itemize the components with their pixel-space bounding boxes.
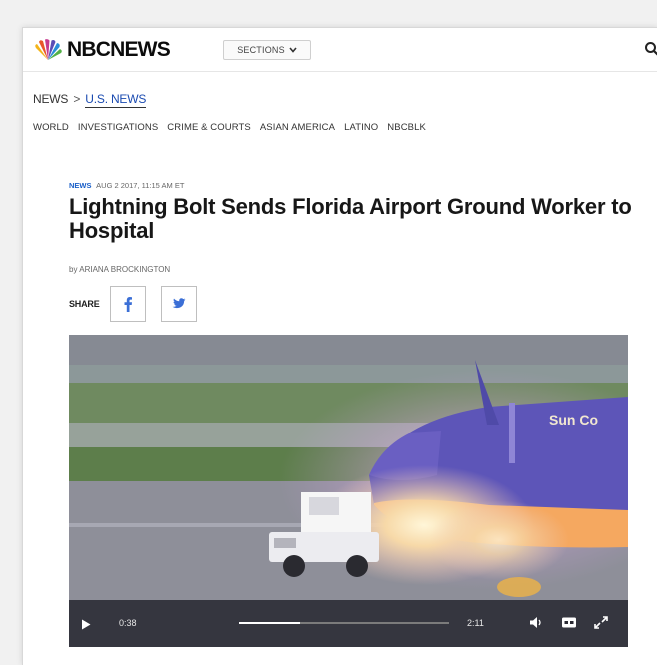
twitter-icon [172, 298, 186, 309]
sections-label: SECTIONS [237, 45, 285, 55]
subnav-item-nbcblk[interactable]: NBCBLK [387, 122, 426, 133]
share-label: SHARE [69, 299, 100, 309]
breadcrumb-separator: > [73, 92, 81, 106]
breadcrumb: NEWS > U.S. NEWS [33, 92, 146, 108]
article-meta: NEWS AUG 2 2017, 11:15 AM ET [69, 181, 184, 190]
aircraft-livery-text: Sun Co [549, 412, 598, 428]
article-byline: by ARIANA BROCKINGTON [69, 265, 171, 274]
article-date: AUG 2 2017, 11:15 AM ET [96, 181, 185, 190]
logo-wordmark: NBCNEWS [67, 38, 171, 61]
breadcrumb-current[interactable]: U.S. NEWS [85, 92, 146, 108]
subnav-item-world[interactable]: WORLD [33, 122, 69, 133]
volume-icon[interactable] [529, 616, 543, 629]
play-icon[interactable] [81, 619, 91, 630]
article-category[interactable]: NEWS [69, 181, 92, 190]
video-player[interactable]: Sun Co 0:38 2:11 [69, 335, 628, 647]
facebook-icon [124, 297, 132, 312]
progress-bar[interactable] [239, 622, 449, 624]
progress-fill [239, 622, 300, 624]
captions-icon[interactable] [561, 616, 577, 629]
current-time: 0:38 [119, 618, 137, 628]
fullscreen-icon[interactable] [594, 616, 608, 629]
subnav-item-asian-america[interactable]: ASIAN AMERICA [260, 122, 335, 133]
sections-dropdown-button[interactable]: SECTIONS [223, 40, 311, 60]
site-header: NBCNEWS SECTIONS [23, 28, 657, 72]
search-icon[interactable] [644, 41, 657, 57]
subnav-item-crime-courts[interactable]: CRIME & COURTS [167, 122, 251, 133]
peacock-icon [35, 39, 62, 60]
share-bar: SHARE [69, 285, 212, 323]
browser-page: NBCNEWS SECTIONS NEWS > U.S. NEWS WORLD … [22, 27, 657, 665]
nbc-news-logo[interactable]: NBCNEWS [33, 37, 171, 63]
breadcrumb-root[interactable]: NEWS [33, 92, 68, 106]
article-headline: Lightning Bolt Sends Florida Airport Gro… [69, 194, 632, 243]
video-controls: 0:38 2:11 [69, 600, 628, 647]
subnav-item-investigations[interactable]: INVESTIGATIONS [78, 122, 158, 133]
share-twitter-button[interactable] [160, 286, 197, 322]
subnav-item-latino[interactable]: LATINO [344, 122, 378, 133]
section-subnav: WORLD INVESTIGATIONS CRIME & COURTS ASIA… [33, 122, 435, 133]
share-facebook-button[interactable] [109, 286, 146, 322]
total-time: 2:11 [467, 618, 484, 628]
chevron-down-icon [289, 47, 297, 53]
